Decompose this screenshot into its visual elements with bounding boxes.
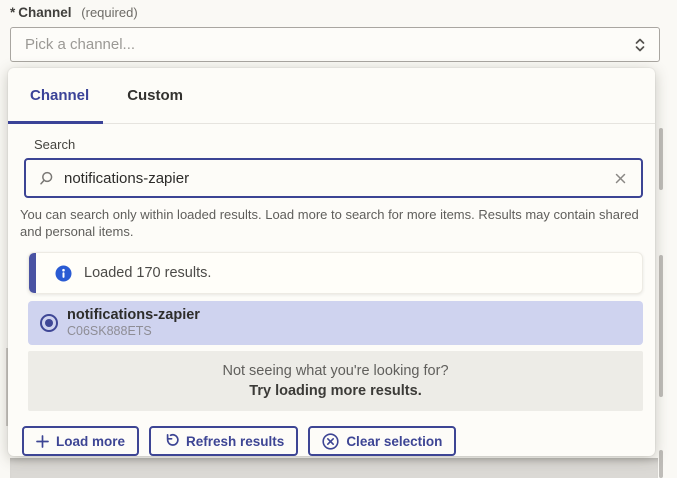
search-label: Search (34, 137, 655, 152)
refresh-results-label: Refresh results (186, 434, 284, 449)
required-asterisk: * (10, 5, 15, 20)
tab-bar: Channel Custom (8, 68, 655, 124)
tab-custom[interactable]: Custom (113, 68, 197, 123)
channel-picker-screen: *Channel (required) Pick a channel... Ch… (0, 0, 677, 478)
info-icon (55, 265, 72, 282)
scrollbar[interactable] (659, 450, 663, 478)
field-label: *Channel (required) (10, 5, 138, 20)
clear-selection-button[interactable]: Clear selection (308, 426, 456, 456)
search-input[interactable] (64, 170, 612, 187)
loaded-results-alert: Loaded 170 results. (28, 252, 643, 294)
field-label-text: Channel (18, 5, 71, 20)
refresh-icon (163, 433, 179, 449)
load-more-label: Load more (56, 434, 125, 449)
tab-channel[interactable]: Channel (8, 68, 103, 123)
search-field (24, 158, 643, 198)
tab-custom-label: Custom (127, 87, 183, 104)
required-note: (required) (81, 5, 137, 20)
hint-line1: Not seeing what you're looking for? (222, 363, 448, 379)
clear-selection-label: Clear selection (346, 434, 442, 449)
channel-option-selected[interactable]: notifications-zapier C06SK888ETS (28, 301, 643, 345)
search-helper-text: You can search only within loaded result… (20, 206, 641, 240)
select-placeholder: Pick a channel... (25, 36, 633, 53)
channel-dropdown-panel: Channel Custom Search You can (8, 68, 655, 456)
scrollbar[interactable] (659, 255, 663, 397)
load-more-button[interactable]: Load more (22, 426, 139, 456)
alert-text: Loaded 170 results. (84, 265, 211, 281)
channel-select[interactable]: Pick a channel... (10, 27, 660, 62)
hint-line2: Try loading more results. (249, 383, 421, 399)
search-icon (38, 170, 55, 187)
not-seeing-hint: Not seeing what you're looking for? Try … (28, 351, 643, 411)
action-button-row: Load more Refresh results (22, 426, 655, 456)
radio-selected-icon[interactable] (40, 314, 58, 332)
chevron-up-down-icon (633, 35, 647, 55)
clear-search-icon[interactable] (612, 170, 629, 187)
refresh-results-button[interactable]: Refresh results (149, 426, 298, 456)
background-field-behind (10, 458, 658, 478)
tab-channel-label: Channel (30, 87, 89, 104)
clear-circle-icon (322, 433, 339, 450)
plus-icon (36, 435, 49, 448)
scrollbar[interactable] (659, 128, 663, 190)
option-id: C06SK888ETS (67, 324, 200, 339)
option-title: notifications-zapier (67, 307, 200, 324)
